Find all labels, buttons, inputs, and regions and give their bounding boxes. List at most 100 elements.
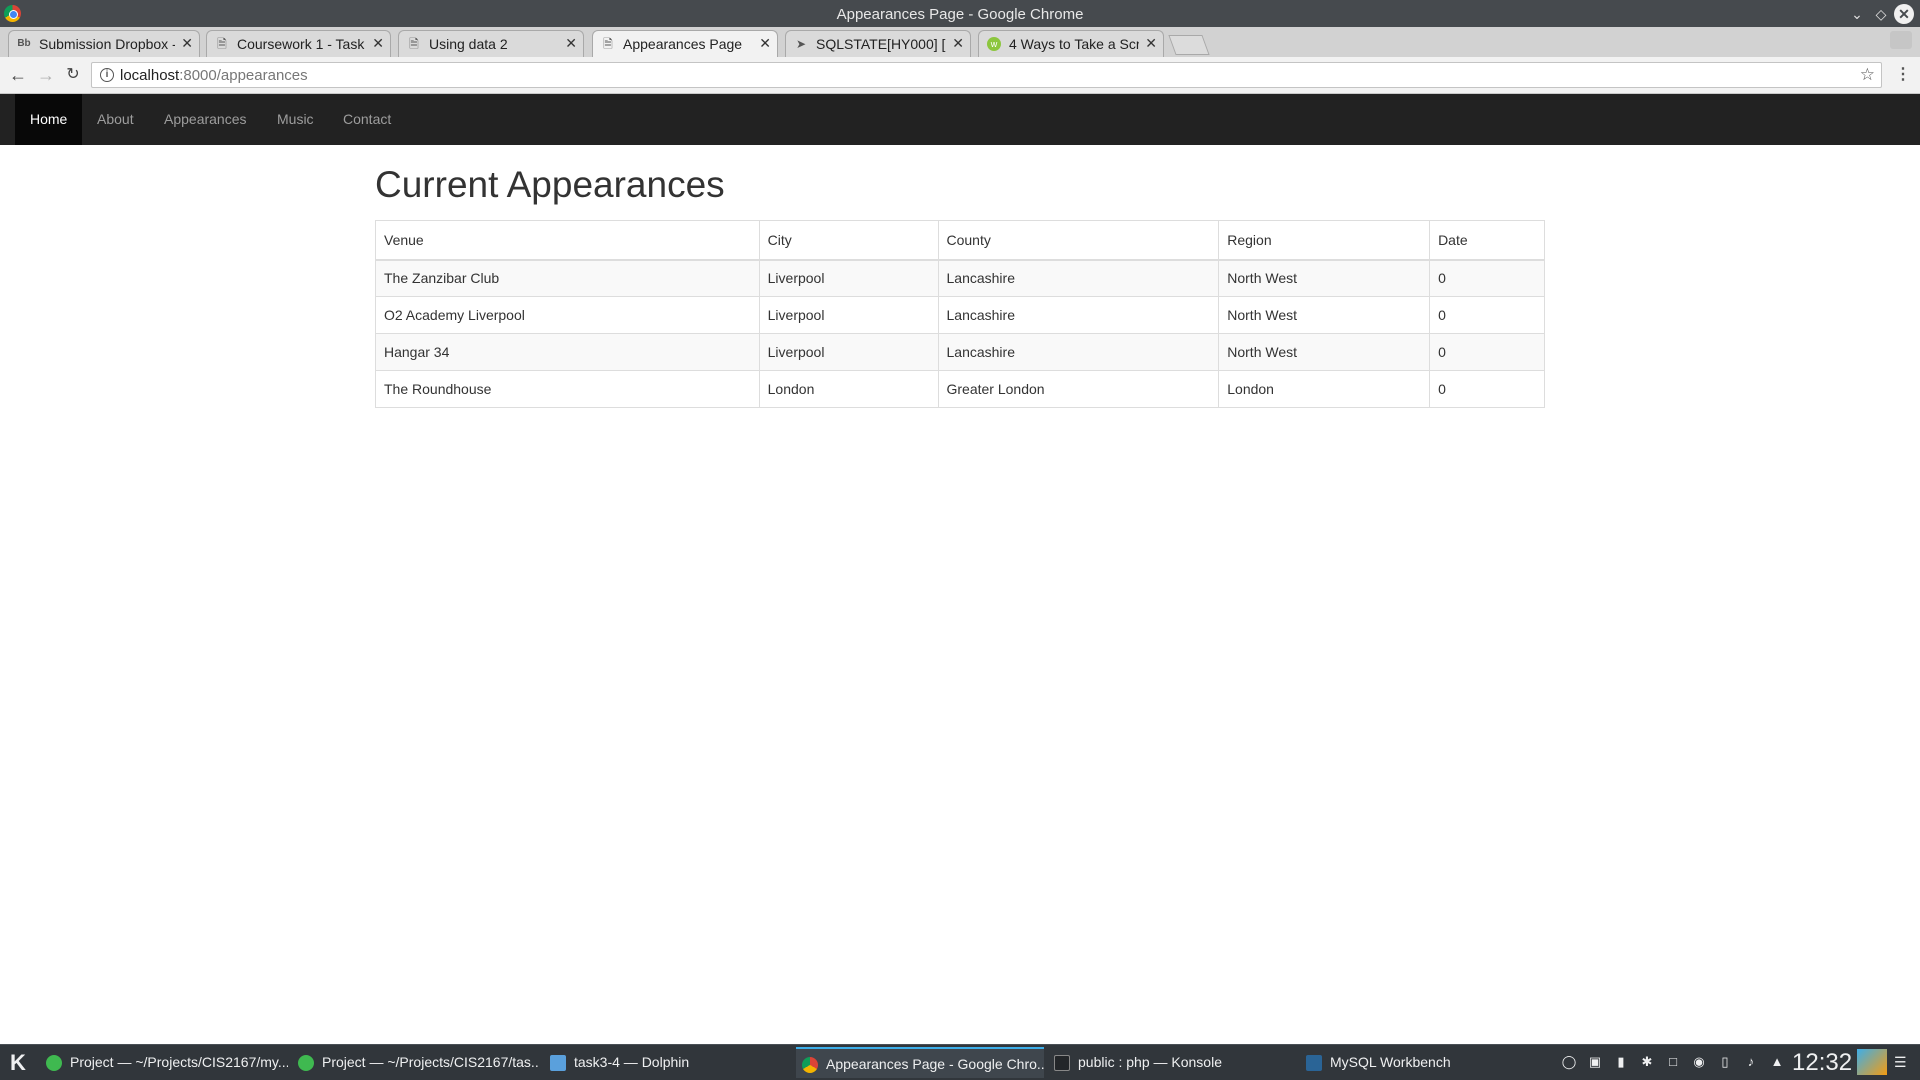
document-icon: 🗎 bbox=[603, 37, 613, 51]
close-tab-icon[interactable]: ✕ bbox=[565, 35, 577, 52]
cell-county: Lancashire bbox=[937, 296, 1220, 334]
info-icon[interactable]: i bbox=[100, 68, 114, 82]
task-project-1[interactable]: Project — ~/Projects/CIS2167/my... bbox=[40, 1047, 288, 1078]
project-icon bbox=[298, 1055, 314, 1071]
document-icon: 🗎 bbox=[217, 37, 227, 51]
nav-contact[interactable]: Contact bbox=[328, 94, 406, 145]
tab-coursework[interactable]: 🗎 Coursework 1 - Task 3 ✕ bbox=[206, 30, 391, 57]
terminal-icon bbox=[1054, 1055, 1070, 1071]
cell-region: North West bbox=[1218, 333, 1431, 371]
notifications-tray-icon[interactable]: ▣ bbox=[1587, 1054, 1603, 1070]
maximize-icon[interactable]: ◇ bbox=[1871, 4, 1891, 24]
nav-music[interactable]: Music bbox=[262, 94, 329, 145]
cell-county: Lancashire bbox=[937, 259, 1220, 297]
application-launcher-icon[interactable]: K bbox=[4, 1049, 32, 1077]
tab-title: Appearances Page bbox=[623, 36, 743, 52]
tab-submission-dropbox[interactable]: Bb Submission Dropbox - ✕ bbox=[8, 30, 200, 57]
url-text[interactable]: localhost:8000/appearances bbox=[120, 67, 308, 84]
task-label: task3-4 — Dolphin bbox=[574, 1054, 690, 1070]
column-header-region: Region bbox=[1218, 220, 1431, 261]
cell-city: Liverpool bbox=[758, 333, 939, 371]
tab-strip: Bb Submission Dropbox - ✕ 🗎 Coursework 1… bbox=[0, 27, 1920, 58]
profile-button[interactable] bbox=[1890, 31, 1912, 49]
cell-county: Lancashire bbox=[937, 333, 1220, 371]
close-tab-icon[interactable]: ✕ bbox=[181, 35, 193, 52]
menu-dots-icon[interactable]: ⋮ bbox=[1895, 65, 1911, 85]
network-icon[interactable]: □ bbox=[1665, 1054, 1681, 1070]
task-label: Project — ~/Projects/CIS2167/my... bbox=[70, 1054, 288, 1070]
cell-city: London bbox=[758, 370, 939, 408]
device-tray-icon[interactable]: ▮ bbox=[1613, 1054, 1629, 1070]
tab-title: 4 Ways to Take a Scree bbox=[1009, 36, 1139, 52]
cell-date: 0 bbox=[1429, 333, 1545, 371]
bookmark-star-icon[interactable]: ☆ bbox=[1860, 65, 1875, 85]
bluetooth-icon[interactable]: ✱ bbox=[1639, 1054, 1655, 1070]
tab-title: SQLSTATE[HY000] [104 bbox=[816, 36, 946, 52]
panel-menu-icon[interactable]: ☰ bbox=[1894, 1054, 1907, 1071]
site-navbar: Home About Appearances Music Contact bbox=[0, 94, 1920, 145]
tab-title: Coursework 1 - Task 3 bbox=[237, 36, 366, 52]
lock-icon[interactable]: ◉ bbox=[1691, 1054, 1707, 1070]
task-label: public : php — Konsole bbox=[1078, 1054, 1222, 1070]
close-tab-icon[interactable]: ✕ bbox=[759, 35, 771, 52]
task-konsole[interactable]: public : php — Konsole bbox=[1048, 1047, 1296, 1078]
volume-icon[interactable]: ♪ bbox=[1743, 1054, 1759, 1070]
address-bar[interactable]: i localhost:8000/appearances ☆ bbox=[91, 62, 1882, 88]
cell-venue: O2 Academy Liverpool bbox=[375, 296, 760, 334]
cell-region: North West bbox=[1218, 259, 1431, 297]
forward-arrow-icon[interactable]: → bbox=[36, 65, 56, 85]
page-viewport: Home About Appearances Music Contact Cur… bbox=[0, 94, 1920, 1044]
task-mysql-workbench[interactable]: MySQL Workbench bbox=[1300, 1047, 1548, 1078]
cell-venue: Hangar 34 bbox=[375, 333, 760, 371]
table-row: O2 Academy Liverpool Liverpool Lancashir… bbox=[375, 296, 1545, 334]
tab-sqlstate[interactable]: ➤ SQLSTATE[HY000] [104 ✕ bbox=[785, 30, 971, 57]
tab-using-data[interactable]: 🗎 Using data 2 ✕ bbox=[398, 30, 584, 57]
clipboard-tray-icon[interactable]: ◯ bbox=[1561, 1054, 1577, 1070]
close-tab-icon[interactable]: ✕ bbox=[952, 35, 964, 52]
column-header-city: City bbox=[758, 220, 939, 261]
reload-icon[interactable]: ↻ bbox=[63, 65, 83, 85]
nav-appearances[interactable]: Appearances bbox=[149, 94, 262, 145]
tab-appearances-page[interactable]: 🗎 Appearances Page ✕ bbox=[592, 30, 778, 58]
mysql-icon bbox=[1306, 1055, 1322, 1071]
clock[interactable]: 12:32 bbox=[1792, 1047, 1852, 1079]
back-arrow-icon[interactable]: ← bbox=[8, 65, 28, 85]
nav-home[interactable]: Home bbox=[15, 94, 83, 145]
column-header-venue: Venue bbox=[375, 220, 760, 261]
show-desktop-icon[interactable] bbox=[1857, 1049, 1887, 1075]
column-header-date: Date bbox=[1429, 220, 1545, 261]
battery-icon[interactable]: ▯ bbox=[1717, 1054, 1733, 1070]
cell-date: 0 bbox=[1429, 259, 1545, 297]
browser-toolbar: ← → ↻ i localhost:8000/appearances ☆ ⋮ bbox=[0, 57, 1920, 94]
task-project-2[interactable]: Project — ~/Projects/CIS2167/tas... bbox=[292, 1047, 540, 1078]
close-tab-icon[interactable]: ✕ bbox=[1145, 35, 1157, 52]
task-chrome[interactable]: Appearances Page - Google Chro... bbox=[796, 1047, 1044, 1078]
paper-plane-icon: ➤ bbox=[795, 37, 807, 51]
close-tab-icon[interactable]: ✕ bbox=[372, 35, 384, 52]
task-label: Appearances Page - Google Chro... bbox=[826, 1056, 1044, 1072]
tab-title: Using data 2 bbox=[429, 36, 508, 52]
cell-venue: The Zanzibar Club bbox=[375, 259, 760, 297]
cell-county: Greater London bbox=[937, 370, 1220, 408]
minimize-icon[interactable]: ⌄ bbox=[1847, 4, 1867, 24]
window-titlebar: Appearances Page - Google Chrome ⌄ ◇ ✕ bbox=[0, 0, 1920, 27]
tray-expand-icon[interactable]: ▲ bbox=[1769, 1054, 1785, 1070]
task-label: MySQL Workbench bbox=[1330, 1054, 1451, 1070]
task-dolphin[interactable]: task3-4 — Dolphin bbox=[544, 1047, 792, 1078]
page-title: Current Appearances bbox=[375, 164, 725, 205]
taskbar: K Project — ~/Projects/CIS2167/my... Pro… bbox=[0, 1044, 1920, 1080]
nav-about[interactable]: About bbox=[82, 94, 149, 145]
cell-region: London bbox=[1218, 370, 1431, 408]
bb-icon: Bb bbox=[17, 38, 31, 49]
document-icon: 🗎 bbox=[409, 37, 419, 51]
task-label: Project — ~/Projects/CIS2167/tas... bbox=[322, 1054, 540, 1070]
tab-wikihow[interactable]: w 4 Ways to Take a Scree ✕ bbox=[978, 30, 1164, 57]
table-row: The Zanzibar Club Liverpool Lancashire N… bbox=[375, 259, 1545, 297]
url-path: :8000/appearances bbox=[179, 67, 308, 84]
chrome-icon bbox=[802, 1057, 818, 1073]
new-tab-button[interactable] bbox=[1168, 35, 1210, 55]
folder-icon bbox=[550, 1055, 566, 1071]
close-window-icon[interactable]: ✕ bbox=[1894, 4, 1914, 24]
table-row: The Roundhouse London Greater London Lon… bbox=[375, 370, 1545, 408]
cell-date: 0 bbox=[1429, 370, 1545, 408]
